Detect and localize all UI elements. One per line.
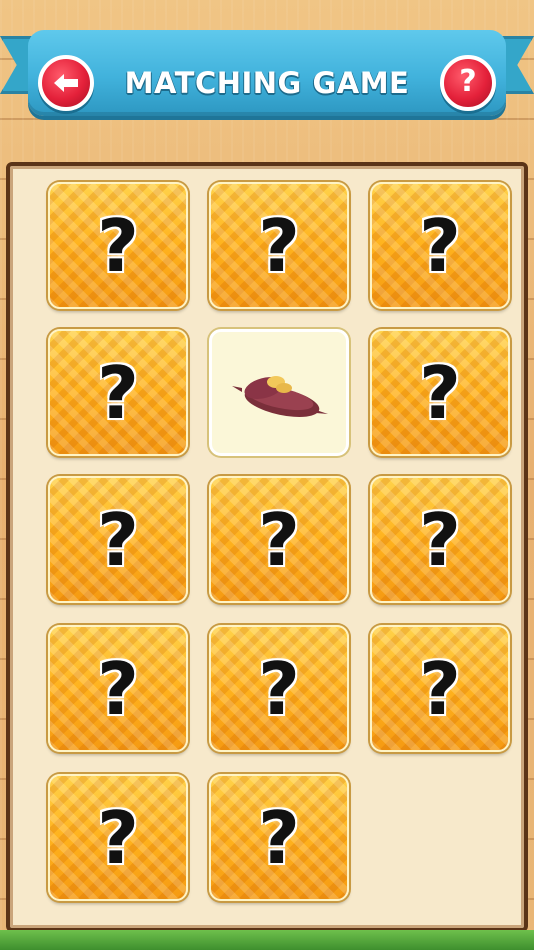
card-8[interactable]: ? (209, 476, 349, 603)
question-mark: ? (97, 646, 139, 731)
back-button[interactable] (38, 55, 94, 111)
question-mark: ? (419, 203, 461, 288)
question-mark: ? (97, 203, 139, 288)
question-mark: ? (258, 203, 300, 288)
grass-strip (0, 930, 534, 950)
question-mark: ? (419, 350, 461, 435)
card-14[interactable]: ? (209, 774, 349, 901)
question-mark: ? (97, 350, 139, 435)
card-13[interactable]: ? (48, 774, 188, 901)
card-11[interactable]: ? (209, 625, 349, 752)
question-mark: ? (97, 795, 139, 880)
question-mark: ? (258, 646, 300, 731)
question-mark: ? (419, 646, 461, 731)
card-7[interactable]: ? (48, 476, 188, 603)
card-12[interactable]: ? (370, 625, 510, 752)
card-10[interactable]: ? (48, 625, 188, 752)
question-icon: ? (459, 64, 477, 99)
question-mark: ? (258, 795, 300, 880)
question-mark: ? (419, 497, 461, 582)
card-1[interactable]: ? (48, 182, 188, 309)
page-title: MATCHING GAME (124, 66, 410, 100)
question-mark: ? (97, 497, 139, 582)
help-button[interactable]: ? (440, 55, 496, 111)
card-9[interactable]: ? (370, 476, 510, 603)
card-4[interactable]: ? (48, 329, 188, 456)
arrow-left-icon (54, 74, 78, 92)
card-3[interactable]: ? (370, 182, 510, 309)
card-6[interactable]: ? (370, 329, 510, 456)
question-mark: ? (258, 497, 300, 582)
game-board: ? ? ? ? ? ? ? ? ? ? ? ? ? (6, 162, 528, 932)
card-5-revealed[interactable] (209, 329, 349, 456)
card-2[interactable]: ? (209, 182, 349, 309)
sweet-potato-icon (232, 375, 328, 417)
